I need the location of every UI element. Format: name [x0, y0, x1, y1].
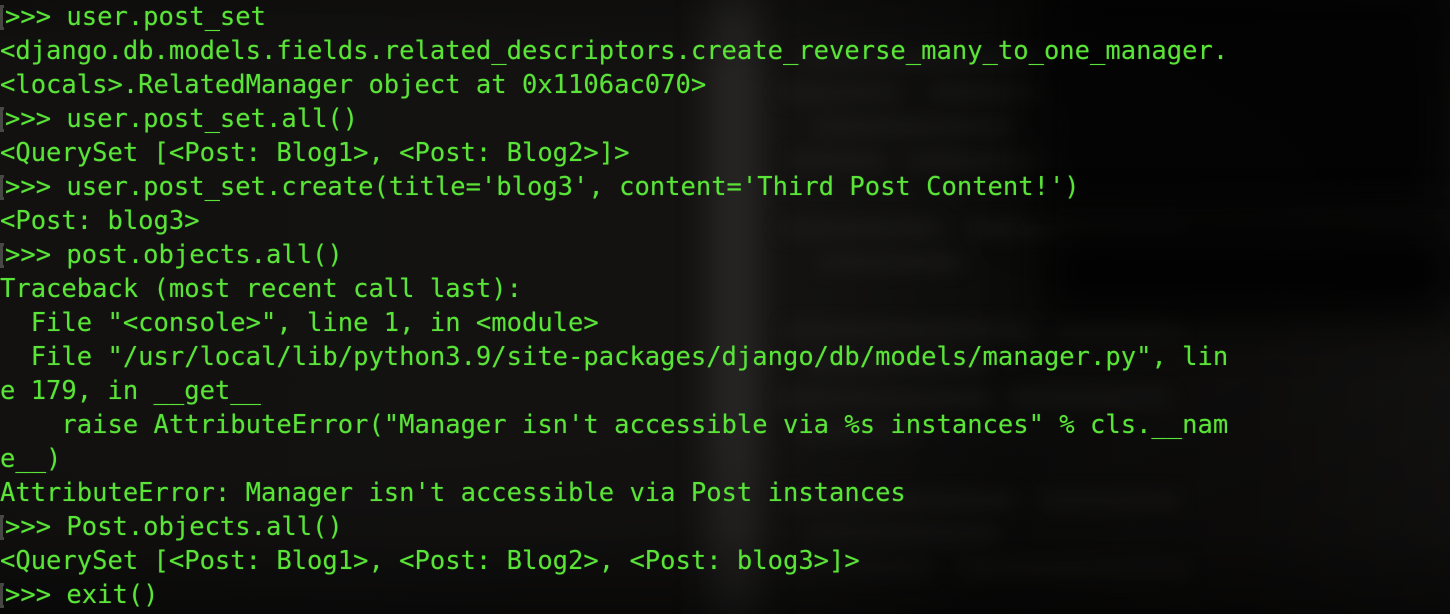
terminal-prompt-line[interactable]: >>> Post.objects.all() [0, 510, 1450, 544]
terminal-window[interactable]: >>> user.post_set <django.db.models.field… [0, 0, 1450, 614]
terminal-line-text: e__) [0, 444, 62, 474]
terminal-line-text: AttributeError: Manager isn't accessible… [0, 478, 906, 508]
terminal-line-text: >>> user.post_set.create(title='blog3', … [5, 172, 1080, 202]
prompt-gutter-bracket-icon [0, 107, 4, 132]
prompt-gutter-bracket-icon [0, 243, 4, 268]
terminal-output-line: <locals>.RelatedManager object at 0x1106… [0, 68, 1450, 102]
terminal-line-text: <QuerySet [<Post: Blog1>, <Post: Blog2>,… [0, 546, 860, 576]
terminal-output-line: raise AttributeError("Manager isn't acce… [0, 408, 1450, 442]
terminal-output-line: <Post: blog3> [0, 204, 1450, 238]
prompt-gutter-bracket-icon [0, 583, 4, 608]
terminal-output-line: AttributeError: Manager isn't accessible… [0, 476, 1450, 510]
terminal-line-text: e 179, in __get__ [0, 376, 261, 406]
terminal-line-text: <QuerySet [<Post: Blog1>, <Post: Blog2>]… [0, 138, 630, 168]
terminal-line-text: >>> user.post_set.all() [5, 104, 359, 134]
terminal-output-line: e__) [0, 442, 1450, 476]
prompt-gutter-bracket-icon [0, 515, 4, 540]
terminal-output-line: File "/usr/local/lib/python3.9/site-pack… [0, 340, 1450, 374]
terminal-output-line: File "<console>", line 1, in <module> [0, 306, 1450, 340]
terminal-output-line: <django.db.models.fields.related_descrip… [0, 34, 1450, 68]
terminal-output-area[interactable]: >>> user.post_set <django.db.models.field… [0, 0, 1450, 614]
terminal-output-line: e 179, in __get__ [0, 374, 1450, 408]
terminal-line-text: >>> post.objects.all() [5, 240, 343, 270]
terminal-prompt-line[interactable]: >>> user.post_set [0, 0, 1450, 34]
terminal-line-text: <locals>.RelatedManager object at 0x1106… [0, 70, 707, 100]
terminal-prompt-line[interactable]: >>> exit() [0, 578, 1450, 612]
terminal-line-text: raise AttributeError("Manager isn't acce… [0, 410, 1229, 440]
terminal-line-text: <Post: blog3> [0, 206, 200, 236]
terminal-prompt-line[interactable]: >>> user.post_set.create(title='blog3', … [0, 170, 1450, 204]
terminal-output-line: Traceback (most recent call last): [0, 272, 1450, 306]
terminal-prompt-line[interactable]: >>> user.post_set.all() [0, 102, 1450, 136]
terminal-line-text: File "/usr/local/lib/python3.9/site-pack… [0, 342, 1229, 372]
terminal-line-text: >>> user.post_set [5, 2, 266, 32]
prompt-gutter-bracket-icon [0, 175, 4, 200]
terminal-line-text: Traceback (most recent call last): [0, 274, 522, 304]
terminal-line-text: <django.db.models.fields.related_descrip… [0, 36, 1229, 66]
terminal-output-line: <QuerySet [<Post: Blog1>, <Post: Blog2>]… [0, 136, 1450, 170]
terminal-line-text: >>> Post.objects.all() [5, 512, 343, 542]
terminal-line-text: File "<console>", line 1, in <module> [0, 308, 599, 338]
prompt-gutter-bracket-icon [0, 5, 4, 30]
terminal-output-line: <QuerySet [<Post: Blog1>, <Post: Blog2>,… [0, 544, 1450, 578]
terminal-line-text: >>> exit() [5, 580, 159, 610]
terminal-prompt-line[interactable]: >>> post.objects.all() [0, 238, 1450, 272]
